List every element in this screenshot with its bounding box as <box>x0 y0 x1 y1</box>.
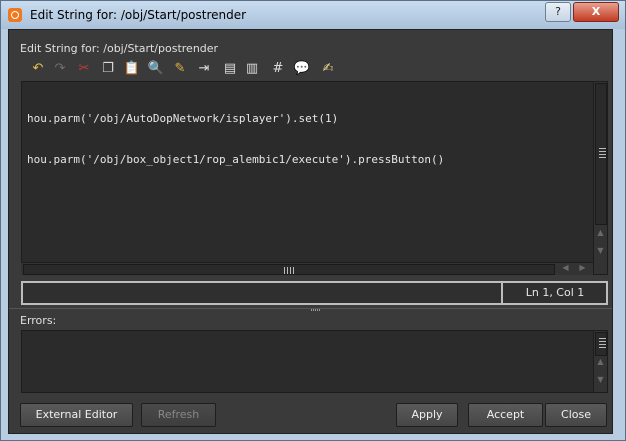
bookmark-next-icon[interactable]: ▤ <box>221 60 239 78</box>
accept-button[interactable]: Accept <box>468 403 543 427</box>
apply-button[interactable]: Apply <box>396 403 458 427</box>
houdini-app-icon <box>8 8 22 22</box>
copy-icon[interactable]: ❐ <box>99 60 117 78</box>
status-divider <box>501 283 503 303</box>
errors-panel: ▲ ▼ <box>21 330 608 393</box>
scroll-right-icon[interactable]: ▶ <box>576 263 589 272</box>
undo-icon[interactable]: ↶ <box>29 60 47 78</box>
code-editor[interactable]: hou.parm('/obj/AutoDopNetwork/isplayer')… <box>21 81 608 275</box>
cut-icon[interactable]: ✂ <box>75 60 93 78</box>
scroll-left-icon[interactable]: ◀ <box>559 263 572 272</box>
find-icon[interactable]: 🔍 <box>147 60 165 78</box>
indent-icon[interactable]: ⇥ <box>195 60 213 78</box>
scroll-thumb[interactable] <box>23 264 555 275</box>
grip-icon <box>599 148 606 160</box>
splitter-grip-icon <box>311 309 321 311</box>
refresh-button: Refresh <box>141 403 216 427</box>
scroll-down-icon[interactable]: ▼ <box>594 375 607 384</box>
external-editor-button[interactable]: External Editor <box>20 403 133 427</box>
grip-icon <box>599 338 606 350</box>
close-button[interactable]: Close <box>545 403 607 427</box>
dialog-body: Edit String for: /obj/Start/postrender ↶… <box>8 29 613 434</box>
scroll-up-icon[interactable]: ▲ <box>594 228 607 237</box>
scroll-up-icon[interactable]: ▲ <box>594 357 607 366</box>
bookmark-prev-icon[interactable]: ▥ <box>243 60 261 78</box>
window-title: Edit String for: /obj/Start/postrender <box>30 8 247 22</box>
uncomment-icon[interactable]: 💬 <box>293 60 311 78</box>
find-replace-icon[interactable]: ✎ <box>171 60 189 78</box>
code-text[interactable]: hou.parm('/obj/AutoDopNetwork/isplayer')… <box>27 85 444 193</box>
errors-label: Errors: <box>20 314 57 327</box>
editor-vertical-scrollbar[interactable]: ▲ ▼ <box>593 82 607 274</box>
edit-notes-icon[interactable]: ✍ <box>319 60 337 78</box>
redo-icon[interactable]: ↷ <box>51 60 69 78</box>
code-line: hou.parm('/obj/AutoDopNetwork/isplayer')… <box>27 112 339 125</box>
scroll-down-icon[interactable]: ▼ <box>594 246 607 255</box>
scroll-thumb[interactable] <box>595 332 607 356</box>
cursor-position: Ln 1, Col 1 <box>525 286 585 299</box>
scroll-thumb[interactable] <box>595 83 607 225</box>
dialog-heading: Edit String for: /obj/Start/postrender <box>20 42 219 55</box>
close-window-button[interactable]: X <box>573 2 619 22</box>
grip-icon <box>284 267 296 274</box>
help-button[interactable]: ? <box>545 2 571 22</box>
code-line: hou.parm('/obj/box_object1/rop_alembic1/… <box>27 152 445 166</box>
comment-icon[interactable]: # <box>269 60 287 78</box>
paste-icon[interactable]: 📋 <box>123 60 141 78</box>
errors-vertical-scrollbar[interactable]: ▲ ▼ <box>593 331 607 392</box>
editor-horizontal-scrollbar[interactable]: ◀ ▶ <box>21 262 593 275</box>
edit-string-window: Edit String for: /obj/Start/postrender ?… <box>0 0 626 441</box>
title-bar[interactable]: Edit String for: /obj/Start/postrender ?… <box>1 1 625 29</box>
status-bar: Ln 1, Col 1 <box>21 281 608 305</box>
